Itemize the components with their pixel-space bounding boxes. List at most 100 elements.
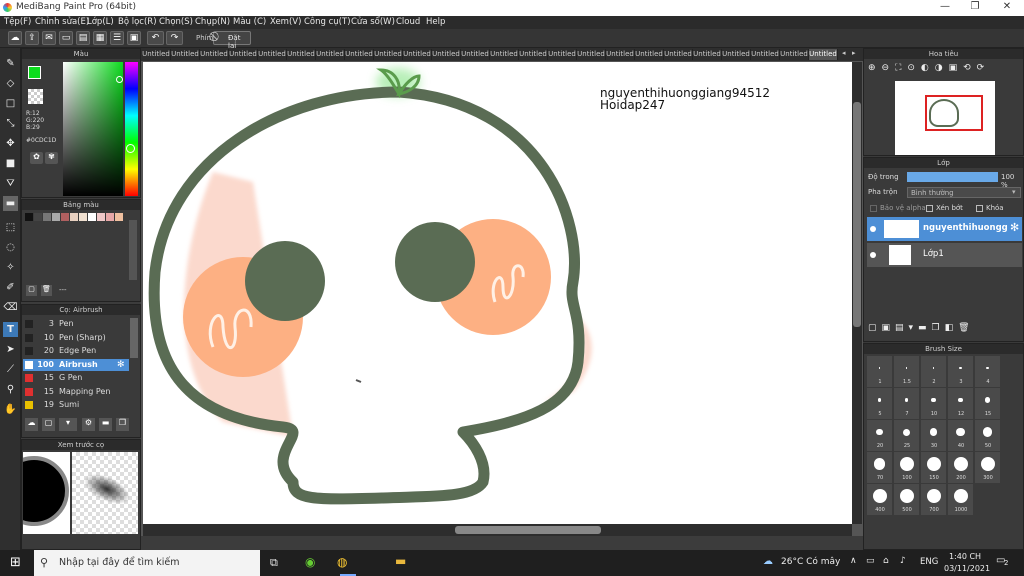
brush-folder-icon[interactable]: ▬	[99, 418, 112, 431]
menu-filter[interactable]: Bộ lọc(R)	[118, 17, 157, 27]
brush-size-cell[interactable]: 7	[894, 388, 919, 419]
tab-scroll-left-icon[interactable]: ◂	[842, 49, 850, 60]
text-tool-icon[interactable]: T	[3, 322, 18, 337]
grid-icon[interactable]: ▦	[93, 31, 107, 45]
frame-icon[interactable]: ▣	[127, 31, 141, 45]
list-icon[interactable]: ☰	[110, 31, 124, 45]
tab-untitled[interactable]: Untitled	[403, 49, 432, 60]
divide-tool-icon[interactable]: ⟋	[3, 362, 18, 377]
brush-size-cell[interactable]: 10	[921, 388, 946, 419]
delete-palette-icon[interactable]: 🗑	[41, 285, 52, 296]
navigator-thumbnail[interactable]	[895, 81, 995, 155]
palette-swatch[interactable]	[34, 213, 42, 221]
tab-untitled[interactable]: Untitled	[287, 49, 316, 60]
tab-untitled[interactable]: Untitled	[490, 49, 519, 60]
tab-untitled[interactable]: Untitled	[171, 49, 200, 60]
brush-size-cell[interactable]: 300	[975, 452, 1000, 483]
menu-edit[interactable]: Chỉnh sửa(E)	[35, 17, 89, 27]
lasso-tool-icon[interactable]: ◌	[3, 240, 18, 255]
menu-file[interactable]: Tệp(F)	[4, 17, 31, 27]
palette-swatch[interactable]	[115, 213, 123, 221]
brush-size-cell[interactable]: 40	[948, 420, 973, 451]
vertical-scroll-thumb[interactable]	[853, 102, 861, 327]
palette-swatch[interactable]	[97, 213, 105, 221]
tab-untitled[interactable]: Untitled	[229, 49, 258, 60]
menu-select[interactable]: Chọn(S)	[159, 17, 193, 27]
menu-color[interactable]: Màu (C)	[233, 17, 266, 27]
tab-untitled[interactable]: Untitled	[635, 49, 664, 60]
settings-gear-icon[interactable]: ✻	[117, 359, 125, 371]
chat-icon[interactable]: ✉	[42, 31, 56, 45]
cloud-icon[interactable]: ☁	[8, 31, 22, 45]
reset-button[interactable]: ⃠ Đặt lại	[213, 31, 251, 50]
brush-list-item[interactable]: 19 Sumi	[23, 399, 129, 411]
language-indicator[interactable]: ENG	[920, 557, 938, 567]
fill-rect-icon[interactable]: ■	[3, 156, 18, 171]
tab-untitled[interactable]: Untitled	[548, 49, 577, 60]
brush-size-cell[interactable]: 50	[975, 420, 1000, 451]
transparent-swatch[interactable]	[28, 89, 43, 104]
brush-size-cell[interactable]: 30	[921, 420, 946, 451]
clock[interactable]: 1:40 CH 03/11/2021	[944, 551, 990, 575]
rect-select-icon[interactable]: □	[3, 96, 18, 111]
menu-window[interactable]: Cửa sổ(W)	[351, 17, 395, 27]
protect-alpha-checkbox[interactable]	[870, 205, 877, 212]
vertical-scrollbar[interactable]	[852, 62, 862, 524]
menu-layer[interactable]: Lớp(L)	[87, 17, 114, 27]
palette-swatch[interactable]	[79, 213, 87, 221]
eye-icon[interactable]	[870, 252, 876, 258]
new-brush-icon[interactable]: ▢	[42, 418, 55, 431]
select-tool-icon[interactable]: ⬚	[3, 220, 18, 235]
tab-untitled[interactable]: Untitled	[693, 49, 722, 60]
brush-tool-icon[interactable]: ✎	[3, 56, 18, 71]
saturation-value-box[interactable]	[63, 62, 123, 196]
task-view-icon[interactable]: ⧉	[270, 556, 278, 570]
weather-text[interactable]: 26°C Có mây	[781, 557, 840, 567]
brush-size-cell[interactable]: 3	[948, 356, 973, 387]
tab-untitled[interactable]: Untitled	[577, 49, 606, 60]
menu-help[interactable]: Help	[426, 17, 445, 27]
tray-chevron-icon[interactable]: ∧	[850, 556, 857, 566]
select-pen-icon[interactable]: ✐	[3, 280, 18, 295]
cloud-brush-icon[interactable]: ☁	[25, 418, 38, 431]
tab-untitled[interactable]: Untitled	[519, 49, 548, 60]
hand-tool-icon[interactable]: ✋	[3, 402, 18, 417]
notification-icon[interactable]: ▭ 2	[996, 555, 1010, 569]
tab-untitled[interactable]: Untitled	[258, 49, 287, 60]
menu-view[interactable]: Xem(V)	[270, 17, 301, 27]
brush-list-item[interactable]: 10 Pen (Sharp)	[23, 332, 129, 344]
brush-size-cell[interactable]: 1000	[948, 484, 973, 515]
lock-checkbox[interactable]	[976, 205, 983, 212]
brush-size-cell[interactable]: 1.5	[894, 356, 919, 387]
settings-gear-icon[interactable]: ✻	[1010, 221, 1019, 234]
tray-app-icon[interactable]: ▭	[866, 556, 875, 566]
brush-size-cell[interactable]: 2	[921, 356, 946, 387]
menu-tools[interactable]: Công cụ(T)	[304, 17, 351, 27]
brush-size-cell[interactable]: 1	[867, 356, 892, 387]
brush-list-item[interactable]: 100 Airbrush ✻	[23, 358, 129, 371]
select-eraser-icon[interactable]: ⌫	[3, 300, 18, 315]
layer-row[interactable]: Lớp1	[867, 243, 1022, 267]
folder-icon[interactable]: ▬	[395, 554, 406, 568]
new-palette-icon[interactable]: ▢	[26, 285, 37, 296]
current-color-swatch[interactable]	[28, 66, 41, 79]
brush-size-cell[interactable]: 70	[867, 452, 892, 483]
windows-start-icon[interactable]: ⊞	[10, 556, 24, 570]
undo-icon[interactable]: ↶	[147, 31, 164, 45]
palette-swatch[interactable]	[61, 213, 69, 221]
minimize-button[interactable]: —	[930, 1, 960, 12]
brush-size-cell[interactable]: 400	[867, 484, 892, 515]
redo-icon[interactable]: ↷	[166, 31, 183, 45]
brush-copy-icon[interactable]: ❐	[116, 418, 129, 431]
gradient-tool-icon[interactable]: ▬	[3, 196, 18, 211]
eyedropper-icon[interactable]: ⚲	[3, 382, 18, 397]
blend-select[interactable]: Bình thường ▾	[907, 187, 1021, 198]
restore-button[interactable]: ❐	[960, 1, 990, 12]
bucket-tool-icon[interactable]: ⛛	[3, 176, 18, 191]
tab-untitled[interactable]: Untitled	[345, 49, 374, 60]
pen-line-icon[interactable]: ⤡	[3, 116, 18, 131]
close-button[interactable]: ✕	[992, 1, 1022, 12]
brush-menu-icon[interactable]: ▾	[59, 418, 77, 431]
page-icon[interactable]: ▤	[76, 31, 90, 45]
horizontal-scrollbar[interactable]	[143, 524, 852, 536]
